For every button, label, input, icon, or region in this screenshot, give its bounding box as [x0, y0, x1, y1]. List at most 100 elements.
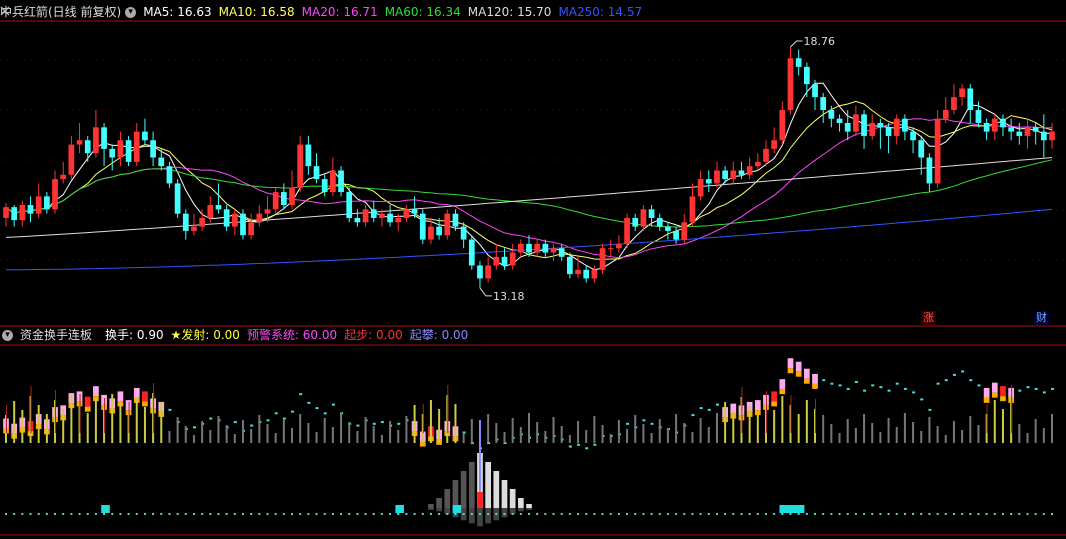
- ind-dash: [209, 417, 213, 420]
- candle-body: [240, 213, 246, 236]
- ind-bar: [920, 431, 923, 443]
- baseline-dot: [936, 513, 939, 515]
- baseline-dot: [683, 513, 686, 515]
- candle-body: [395, 217, 402, 223]
- baseline-dot: [650, 513, 653, 515]
- candle-body: [485, 265, 492, 279]
- ma-legend-1: MA10: 16.58: [218, 5, 295, 19]
- baseline-dot: [168, 513, 171, 515]
- baseline-dot: [985, 513, 988, 515]
- hist-down: [428, 508, 434, 510]
- candle-body: [248, 222, 255, 236]
- baseline-dot: [609, 513, 612, 515]
- candle-body: [142, 131, 148, 141]
- ind-bar: [364, 417, 367, 443]
- ind-bar: [1026, 433, 1029, 443]
- ma-legend-2: MA20: 16.71: [301, 5, 378, 19]
- ind-bar: [666, 428, 669, 443]
- candle-body: [656, 217, 663, 227]
- ind-bar: [62, 409, 65, 443]
- ind-dash: [846, 387, 850, 390]
- candle-body: [117, 140, 124, 158]
- indicator-value-0: 换手: 0.90: [105, 328, 164, 342]
- ind-block: [754, 400, 761, 411]
- ind-bar: [111, 394, 114, 443]
- ind-block: [93, 386, 99, 397]
- ind-redbar: [79, 394, 81, 433]
- ind-bar: [86, 413, 89, 443]
- ind-dash: [920, 398, 924, 401]
- ind-dash: [969, 379, 973, 382]
- ind-bar: [912, 422, 915, 443]
- candle-body: [444, 213, 451, 236]
- ind-dash: [1018, 389, 1022, 392]
- badge-rise[interactable]: 涨: [921, 311, 936, 325]
- candle-body: [411, 209, 418, 214]
- ind-block: [1000, 386, 1006, 397]
- candle-body: [27, 205, 34, 214]
- baseline-dot: [642, 513, 645, 515]
- baseline-dot: [577, 513, 580, 515]
- candle-body: [632, 217, 639, 227]
- baseline-dot: [119, 513, 122, 515]
- candle-body: [722, 170, 728, 180]
- candle-body: [84, 140, 91, 154]
- candle-body: [616, 243, 622, 249]
- ind-bar: [560, 426, 563, 443]
- ind-dash: [192, 426, 196, 429]
- ind-dash: [854, 380, 858, 383]
- ind-bar: [405, 416, 408, 443]
- indicator-settings-icon[interactable]: ▾: [2, 330, 13, 341]
- ind-dash: [315, 407, 319, 410]
- candle-body: [158, 157, 165, 167]
- candle-body: [493, 256, 500, 266]
- ind-bar: [871, 423, 874, 443]
- ind-dash: [944, 379, 948, 382]
- baseline-dot: [478, 513, 481, 515]
- ind-bar: [503, 432, 506, 443]
- settings-circle-icon[interactable]: ▾: [125, 7, 137, 18]
- baseline-dot: [511, 513, 514, 515]
- ind-dash: [168, 408, 172, 411]
- baseline-dot: [429, 513, 432, 515]
- ind-bar: [454, 404, 457, 443]
- candle-body: [1008, 127, 1015, 132]
- candle-body: [885, 127, 892, 136]
- candle-body: [354, 217, 361, 223]
- candle-body: [836, 118, 843, 123]
- ind-dash: [266, 419, 270, 422]
- candle-body: [191, 226, 197, 231]
- hist-cyan: [787, 505, 797, 513]
- candle-body: [207, 205, 214, 218]
- ind-bar: [487, 414, 490, 443]
- candle-body: [681, 222, 688, 240]
- baseline-dot: [944, 513, 947, 515]
- candle-body: [509, 252, 516, 266]
- ind-dash: [331, 403, 335, 406]
- ind-block: [779, 379, 786, 390]
- ind-base: [787, 368, 794, 374]
- hist-up: [493, 471, 500, 508]
- ind-bar: [658, 419, 661, 443]
- ind-bar: [315, 432, 318, 443]
- chart-canvas[interactable]: 18.76 13.18: [0, 0, 1066, 539]
- ind-dash: [879, 386, 883, 389]
- ind-block: [803, 368, 810, 379]
- baseline-dot: [201, 513, 204, 515]
- candle-body: [1040, 131, 1047, 141]
- baseline-dot: [340, 513, 343, 515]
- ind-bar: [119, 403, 122, 443]
- baseline-dot: [307, 513, 310, 515]
- baseline-dot: [1026, 513, 1029, 515]
- ind-bar: [13, 401, 16, 443]
- ind-bar: [756, 415, 759, 443]
- baseline-dot: [805, 513, 808, 515]
- baseline-dot: [658, 513, 661, 515]
- badge-finance[interactable]: 财: [1034, 311, 1049, 325]
- ind-bar: [895, 427, 898, 443]
- close-icon[interactable]: [0, 6, 10, 16]
- candle-body: [452, 213, 459, 227]
- candle-body: [697, 179, 704, 197]
- candle-body: [468, 239, 475, 266]
- baseline-dot: [331, 513, 334, 515]
